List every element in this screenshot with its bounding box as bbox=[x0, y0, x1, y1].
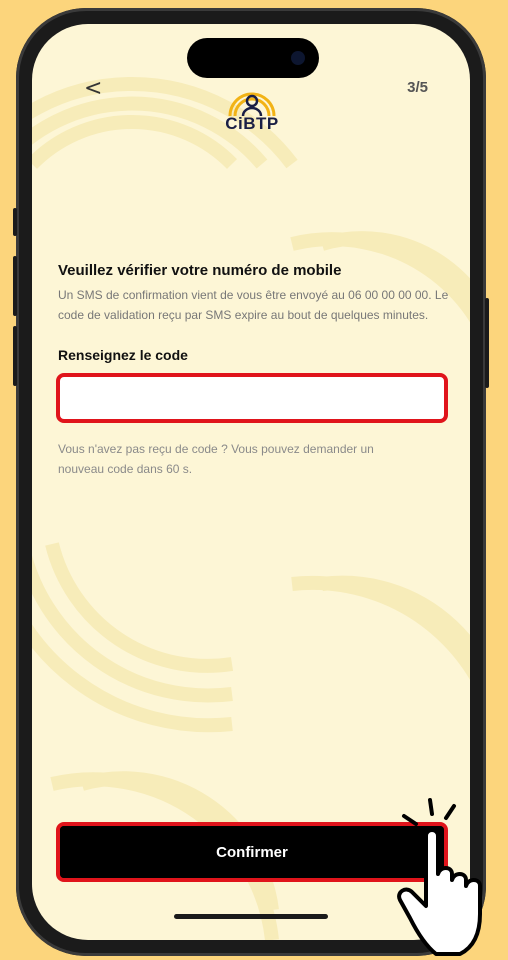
hand-pointer-icon bbox=[396, 798, 482, 956]
home-indicator bbox=[174, 914, 328, 919]
side-button bbox=[13, 208, 17, 236]
side-button bbox=[13, 326, 17, 386]
side-button bbox=[13, 256, 17, 316]
logo-text: CiBTP bbox=[225, 114, 279, 133]
page-title: Veuillez vérifier votre numéro de mobile bbox=[58, 262, 342, 279]
power-button bbox=[485, 298, 489, 388]
confirm-highlight: Confirmer bbox=[56, 822, 448, 882]
cibtp-logo: CiBTP bbox=[224, 86, 280, 136]
step-indicator: 3/5 bbox=[407, 79, 428, 96]
sms-description: Un SMS de confirmation vient de vous êtr… bbox=[58, 288, 449, 322]
camera-icon bbox=[291, 51, 305, 65]
confirm-button[interactable]: Confirmer bbox=[60, 826, 444, 878]
resend-info: Vous n'avez pas reçu de code ? Vous pouv… bbox=[58, 442, 374, 476]
verification-form: Veuillez vérifier votre numéro de mobile… bbox=[56, 262, 450, 479]
back-button[interactable]: < bbox=[84, 76, 102, 101]
code-label: Renseignez le code bbox=[58, 347, 188, 363]
code-input[interactable] bbox=[60, 377, 444, 419]
dynamic-island bbox=[187, 38, 319, 78]
code-field-highlight bbox=[56, 373, 448, 423]
